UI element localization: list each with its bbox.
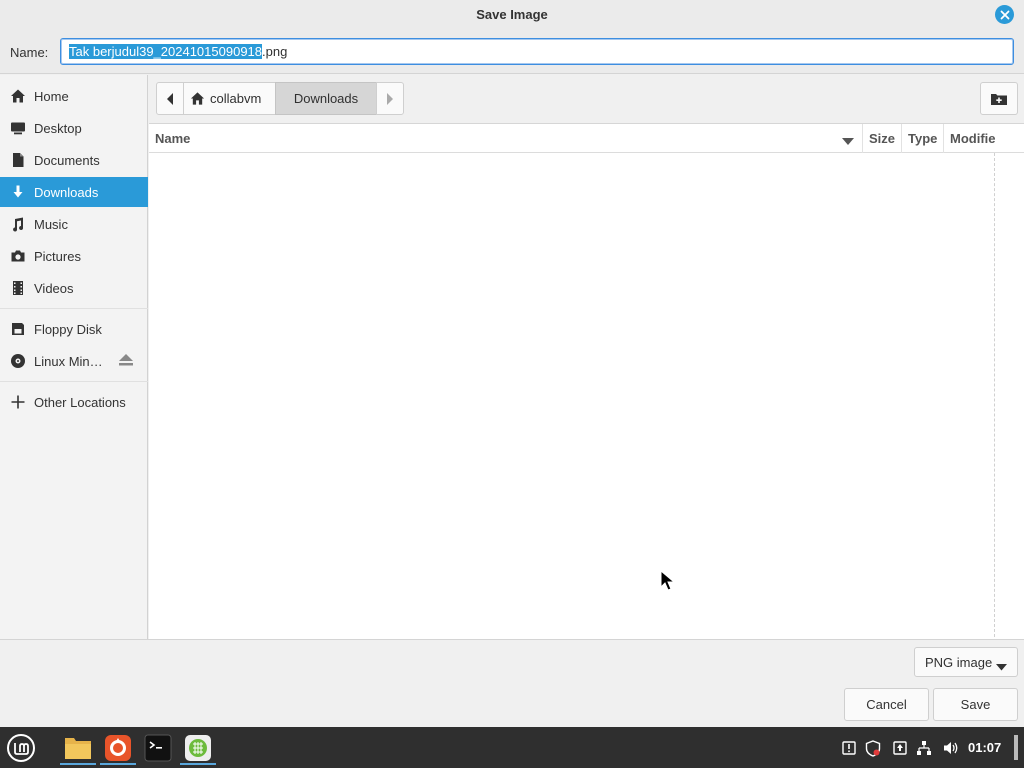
show-desktop-button[interactable]: [1014, 735, 1018, 760]
download-icon: [9, 183, 27, 201]
drawing-app-icon: [185, 735, 211, 761]
taskbar-app-files[interactable]: [60, 731, 96, 765]
path-bar: collabvm Downloads: [149, 75, 1024, 123]
floppy-icon: [9, 320, 27, 338]
path-segment-label: Downloads: [293, 91, 359, 106]
filter-bar: PNG image: [0, 639, 1024, 684]
column-label: Name: [155, 131, 191, 146]
documents-icon: [9, 151, 27, 169]
home-icon: [9, 87, 27, 105]
new-folder-icon: [991, 93, 1007, 105]
column-modified[interactable]: Modifie: [944, 124, 995, 153]
name-label: Name:: [10, 45, 49, 60]
home-icon: [190, 91, 205, 106]
chevron-down-icon: [996, 659, 1007, 674]
tray-volume-icon[interactable]: [941, 738, 961, 758]
sidebar-item-label: Downloads: [34, 184, 99, 200]
sidebar-item-label: Desktop: [34, 120, 82, 136]
tray-notification-icon[interactable]: [840, 738, 858, 758]
taskbar-app-terminal[interactable]: [140, 731, 176, 765]
name-row: Name: Tak berjudul39_20241015090918.png: [0, 30, 1024, 74]
column-size[interactable]: Size: [863, 124, 902, 153]
sidebar-item-downloads[interactable]: Downloads: [0, 177, 148, 207]
mouse-cursor: [660, 569, 678, 595]
camera-icon: [9, 247, 27, 265]
sidebar-item-label: Music: [34, 216, 68, 232]
column-label: Type: [908, 131, 938, 146]
places-sidebar: Home Desktop Documents Downloads Music P…: [0, 75, 148, 639]
path-segment-label: collabvm: [210, 91, 262, 106]
active-indicator: [100, 763, 136, 765]
sidebar-item-desktop[interactable]: Desktop: [0, 113, 148, 143]
eject-icon[interactable]: [118, 353, 134, 370]
sidebar-item-label: Floppy Disk: [34, 321, 102, 337]
sidebar-item-label: Other Locations: [34, 394, 126, 410]
sidebar-item-label: Documents: [34, 152, 100, 168]
sidebar-item-label: Linux Min…: [34, 353, 103, 369]
desktop-icon: [9, 119, 27, 137]
column-label: Size: [869, 131, 896, 146]
folder-icon: [65, 738, 91, 759]
column-boundary: [994, 153, 995, 637]
taskbar: 01:07: [0, 727, 1024, 768]
filename-input[interactable]: Tak berjudul39_20241015090918.png: [60, 38, 1014, 65]
new-folder-button[interactable]: [980, 82, 1018, 115]
sidebar-item-home[interactable]: Home: [0, 81, 148, 111]
tray-network-icon[interactable]: [915, 738, 933, 758]
active-indicator: [180, 763, 216, 765]
music-icon: [9, 215, 27, 233]
save-button[interactable]: Save: [933, 688, 1018, 721]
file-type-selected: PNG image: [925, 654, 993, 670]
taskbar-app-drawing[interactable]: [180, 731, 216, 765]
chevron-left-icon: [167, 92, 173, 105]
close-icon: [1000, 10, 1009, 19]
sort-down-icon: [842, 134, 854, 149]
sidebar-divider: [0, 381, 148, 382]
file-type-dropdown[interactable]: PNG image: [914, 647, 1018, 677]
tray-shield-icon[interactable]: [864, 738, 882, 758]
column-name[interactable]: Name: [149, 124, 863, 153]
filename-extension: .png: [262, 44, 288, 59]
column-type[interactable]: Type: [902, 124, 944, 153]
start-menu-button[interactable]: [3, 731, 39, 765]
column-header: Name Size Type Modifie: [149, 124, 1024, 153]
sidebar-item-label: Videos: [34, 280, 74, 296]
linux-mint-logo-icon: [7, 734, 35, 762]
path-forward-button[interactable]: [376, 82, 404, 115]
file-list[interactable]: Name Size Type Modifie: [149, 123, 1024, 639]
plus-icon: [9, 393, 27, 411]
tray-update-icon[interactable]: [891, 738, 909, 758]
path-segment-home[interactable]: collabvm: [183, 82, 276, 115]
sidebar-item-music[interactable]: Music: [0, 209, 148, 239]
firefox-icon: [105, 735, 131, 761]
filename-selected-text: Tak berjudul39_20241015090918: [69, 44, 263, 59]
sidebar-item-label: Home: [34, 88, 69, 104]
sidebar-item-videos[interactable]: Videos: [0, 273, 148, 303]
column-label: Modifie: [950, 131, 995, 146]
sidebar-item-linux-mint-disc[interactable]: Linux Min…: [0, 346, 148, 376]
action-bar: Cancel Save: [0, 684, 1024, 727]
sidebar-divider: [0, 308, 148, 309]
cancel-button[interactable]: Cancel: [844, 688, 929, 721]
sidebar-item-other-locations[interactable]: Other Locations: [0, 387, 148, 417]
close-button[interactable]: [995, 5, 1014, 24]
taskbar-clock[interactable]: 01:07: [968, 740, 1001, 755]
terminal-icon: [144, 734, 172, 762]
title-bar: Save Image: [0, 0, 1024, 30]
sidebar-item-pictures[interactable]: Pictures: [0, 241, 148, 271]
sidebar-item-documents[interactable]: Documents: [0, 145, 148, 175]
disc-icon: [9, 352, 27, 370]
sidebar-item-label: Pictures: [34, 248, 81, 264]
active-indicator: [60, 763, 96, 765]
sidebar-item-floppy-disk[interactable]: Floppy Disk: [0, 314, 148, 344]
path-back-button[interactable]: [156, 82, 184, 115]
path-segment-downloads[interactable]: Downloads: [275, 82, 377, 115]
taskbar-app-firefox[interactable]: [100, 731, 136, 765]
window-title: Save Image: [476, 7, 548, 22]
film-icon: [9, 279, 27, 297]
chevron-right-icon: [387, 92, 393, 105]
